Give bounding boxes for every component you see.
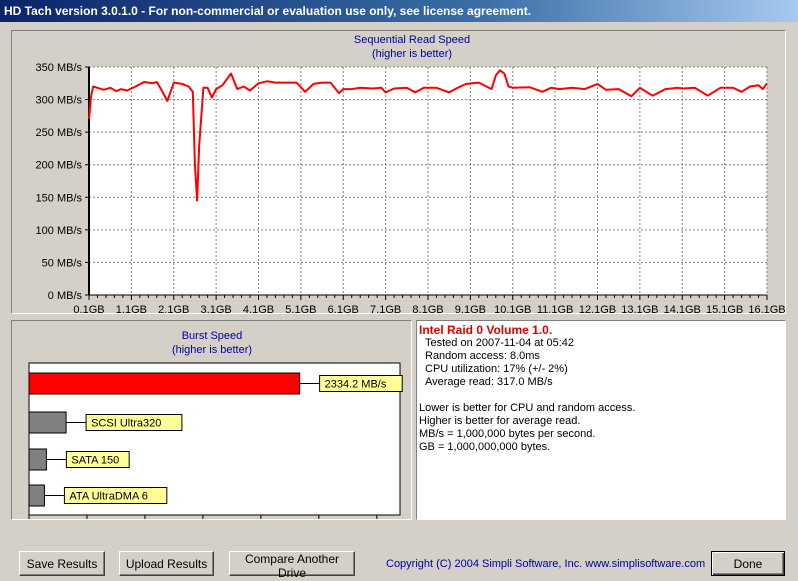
compare-drive-button[interactable]: Compare Another Drive <box>229 551 355 580</box>
y-tick-label: 350 MB/s <box>36 62 83 74</box>
burst-speed-chart: 05001.0001.5002.0002.5003.0002334.2 MB/s… <box>28 362 403 519</box>
burst-value-label: ATA UltraDMA 6 <box>69 491 147 503</box>
tested-on-text: Tested on 2007-11-04 at 05:42 <box>425 337 575 349</box>
x-tick-label: 9,1GB <box>455 304 486 313</box>
x-tick-label: 6,1GB <box>328 304 359 313</box>
x-tick-label: 2,1GB <box>158 304 189 313</box>
cpu-utilization-text: CPU utilization: 17% (+/- 2%) <box>425 363 568 375</box>
copyright-text: Copyright (C) 2004 Simpli Software, Inc.… <box>386 558 706 570</box>
x-tick-label: 16,1GB <box>748 304 785 313</box>
burst-bar <box>28 372 301 395</box>
y-tick-label: 100 MB/s <box>36 225 83 237</box>
x-tick-label: 11,1GB <box>537 304 574 313</box>
x-tick-label: 10,1GB <box>494 304 531 313</box>
x-tick-label: 4,1GB <box>243 304 274 313</box>
y-tick-label: 250 MB/s <box>36 127 83 139</box>
save-results-button[interactable]: Save Results <box>19 551 105 576</box>
note-line: Higher is better for average read. <box>419 415 581 427</box>
y-tick-label: 0 MB/s <box>48 290 83 302</box>
x-tick-label: 5,1GB <box>285 304 316 313</box>
burst-bar <box>28 448 47 471</box>
burst-value-label: SATA 150 <box>71 455 119 467</box>
burst-speed-panel: Burst Speed (higher is better) 05001.000… <box>11 320 412 520</box>
y-tick-label: 150 MB/s <box>36 192 83 204</box>
y-tick-label: 300 MB/s <box>36 95 83 107</box>
burst-bar <box>28 411 67 434</box>
x-tick-label: 1,1GB <box>116 304 147 313</box>
window-title: HD Tach version 3.0.1.0 - For non-commer… <box>0 0 798 22</box>
done-button[interactable]: Done <box>711 551 785 576</box>
sequential-read-panel: Sequential Read Speed (higher is better)… <box>11 30 786 314</box>
results-info-panel: Intel Raid 0 Volume 1.0. Tested on 2007-… <box>416 320 786 520</box>
x-tick-label: 0,1GB <box>73 304 104 313</box>
burst-bar <box>28 484 45 507</box>
sequential-read-chart: 350 MB/s 300 MB/s 250 MB/s 200 MB/s 150 MB/s… <box>36 62 785 313</box>
y-tick-label: 200 MB/s <box>36 160 83 172</box>
note-line: Lower is better for CPU and random acces… <box>419 402 636 414</box>
random-access-text: Random access: 8.0ms <box>425 350 540 362</box>
upload-results-button[interactable]: Upload Results <box>119 551 214 576</box>
x-tick-label: 14,1GB <box>664 304 701 313</box>
x-tick-label: 8,1GB <box>412 304 443 313</box>
note-line: MB/s = 1,000,000 bytes per second. <box>419 428 596 440</box>
x-tick-label: 3,1GB <box>201 304 232 313</box>
drive-name: Intel Raid 0 Volume 1.0. <box>419 323 553 337</box>
x-tick-label: 7,1GB <box>370 304 401 313</box>
note-line: GB = 1,000,000,000 bytes. <box>419 441 551 453</box>
x-tick-label: 13,1GB <box>621 304 658 313</box>
x-tick-label: 15,1GB <box>706 304 743 313</box>
average-read-text: Average read: 317.0 MB/s <box>425 376 553 388</box>
burst-value-label: 2334.2 MB/s <box>325 379 387 391</box>
burst-value-label: SCSI Ultra320 <box>91 418 161 430</box>
y-tick-label: 50 MB/s <box>42 257 83 269</box>
x-tick-label: 12,1GB <box>579 304 616 313</box>
